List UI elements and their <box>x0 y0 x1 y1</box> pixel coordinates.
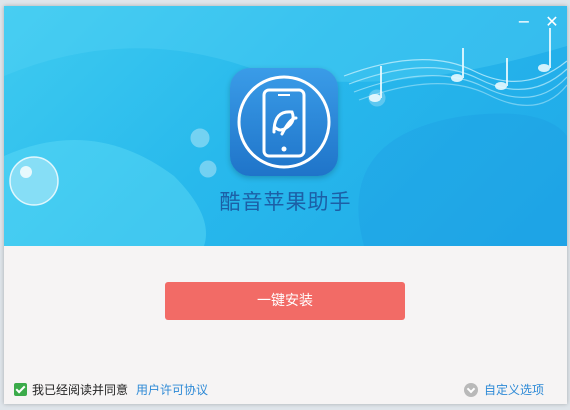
window-controls: − ✕ <box>517 14 559 30</box>
app-title: 酷音苹果助手 <box>219 190 352 214</box>
custom-options-label: 自定义选项 <box>484 383 545 397</box>
install-button[interactable]: 一键安装 <box>165 282 405 320</box>
agree-text: 我已经阅读并同意 <box>32 383 129 397</box>
header-banner: − ✕ 酷音苹果助手 <box>4 6 567 246</box>
installer-window: − ✕ 酷音苹果助手 一键安装 我已经阅读并同意 用户许可协议 自定义选项 <box>4 6 567 404</box>
license-link[interactable]: 用户许可协议 <box>136 381 208 398</box>
agree-checkbox[interactable] <box>14 383 27 396</box>
app-logo <box>230 68 338 176</box>
agreement-row: 我已经阅读并同意 用户许可协议 <box>14 381 208 398</box>
chevron-down-icon <box>464 382 478 397</box>
close-button[interactable]: ✕ <box>545 14 559 30</box>
custom-options-toggle[interactable]: 自定义选项 <box>464 381 544 398</box>
minimize-button[interactable]: − <box>517 14 531 30</box>
phone-music-icon <box>237 75 331 169</box>
